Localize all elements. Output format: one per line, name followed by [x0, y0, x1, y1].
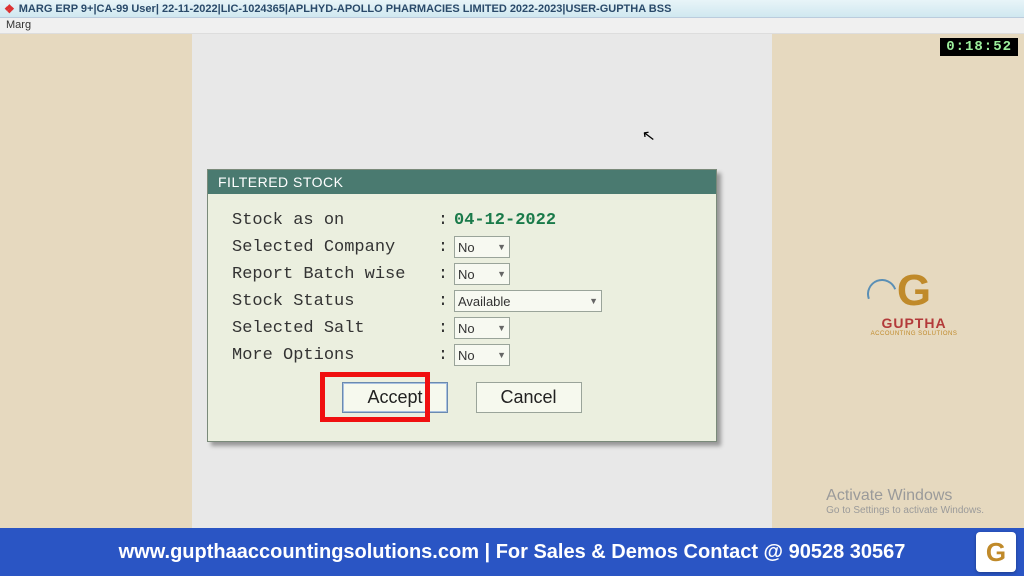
chevron-down-icon: ▼	[589, 296, 598, 306]
chevron-down-icon: ▼	[497, 323, 506, 333]
menubar[interactable]: Marg	[0, 18, 1024, 34]
menu-marg[interactable]: Marg	[6, 19, 31, 31]
app-icon: ❖	[4, 2, 15, 16]
cursor-icon: ↖	[641, 125, 657, 147]
label-selected-company: Selected Company	[232, 238, 432, 257]
label-selected-salt: Selected Salt	[232, 319, 432, 338]
filtered-stock-dialog: FILTERED STOCK Stock as on : 04-12-2022 …	[207, 169, 717, 442]
center-pane: ↖ FILTERED STOCK Stock as on : 04-12-202…	[192, 34, 772, 528]
cancel-button[interactable]: Cancel	[476, 382, 582, 413]
select-report-batch-wise[interactable]: No ▼	[454, 263, 510, 285]
accept-button[interactable]: Accept	[342, 382, 447, 413]
field-selected-company: Selected Company : No ▼	[232, 235, 692, 259]
label-stock-as-on: Stock as on	[232, 211, 432, 230]
dialog-button-row: Accept Cancel	[232, 370, 692, 431]
window-titlebar: ❖ MARG ERP 9+|CA-99 User| 22-11-2022|LIC…	[0, 0, 1024, 18]
select-selected-salt[interactable]: No ▼	[454, 317, 510, 339]
logo-subtext: ACCOUNTING SOLUTIONS	[859, 331, 969, 337]
select-selected-company[interactable]: No ▼	[454, 236, 510, 258]
select-stock-status[interactable]: Available ▼	[454, 290, 602, 312]
chevron-down-icon: ▼	[497, 242, 506, 252]
banner-text: www.gupthaaccountingsolutions.com | For …	[119, 541, 906, 564]
dialog-body: Stock as on : 04-12-2022 Selected Compan…	[208, 194, 716, 441]
select-more-options[interactable]: No ▼	[454, 344, 510, 366]
logo-text: GUPTHA	[859, 315, 969, 331]
label-stock-status: Stock Status	[232, 292, 432, 311]
chevron-down-icon: ▼	[497, 350, 506, 360]
guptha-logo: G GUPTHA ACCOUNTING SOLUTIONS	[859, 269, 969, 337]
chevron-down-icon: ▼	[497, 269, 506, 279]
value-stock-as-on[interactable]: 04-12-2022	[454, 211, 556, 230]
label-report-batch-wise: Report Batch wise	[232, 265, 432, 284]
field-report-batch-wise: Report Batch wise : No ▼	[232, 262, 692, 286]
field-stock-status: Stock Status : Available ▼	[232, 289, 692, 313]
logo-g-icon: G	[859, 269, 969, 313]
field-selected-salt: Selected Salt : No ▼	[232, 316, 692, 340]
promo-banner: www.gupthaaccountingsolutions.com | For …	[0, 528, 1024, 576]
field-stock-as-on: Stock as on : 04-12-2022	[232, 208, 692, 232]
workspace: ↖ FILTERED STOCK Stock as on : 04-12-202…	[0, 34, 1024, 528]
banner-logo-badge: G	[976, 532, 1016, 572]
session-clock: 0:18:52	[940, 38, 1018, 56]
windows-activation-watermark: Activate Windows Go to Settings to activ…	[826, 487, 984, 516]
window-title: MARG ERP 9+|CA-99 User| 22-11-2022|LIC-1…	[19, 3, 672, 15]
left-pane	[0, 34, 192, 528]
right-pane: 0:18:52 G GUPTHA ACCOUNTING SOLUTIONS	[772, 34, 1024, 528]
field-more-options: More Options : No ▼	[232, 343, 692, 367]
label-more-options: More Options	[232, 346, 432, 365]
dialog-title: FILTERED STOCK	[208, 170, 716, 194]
